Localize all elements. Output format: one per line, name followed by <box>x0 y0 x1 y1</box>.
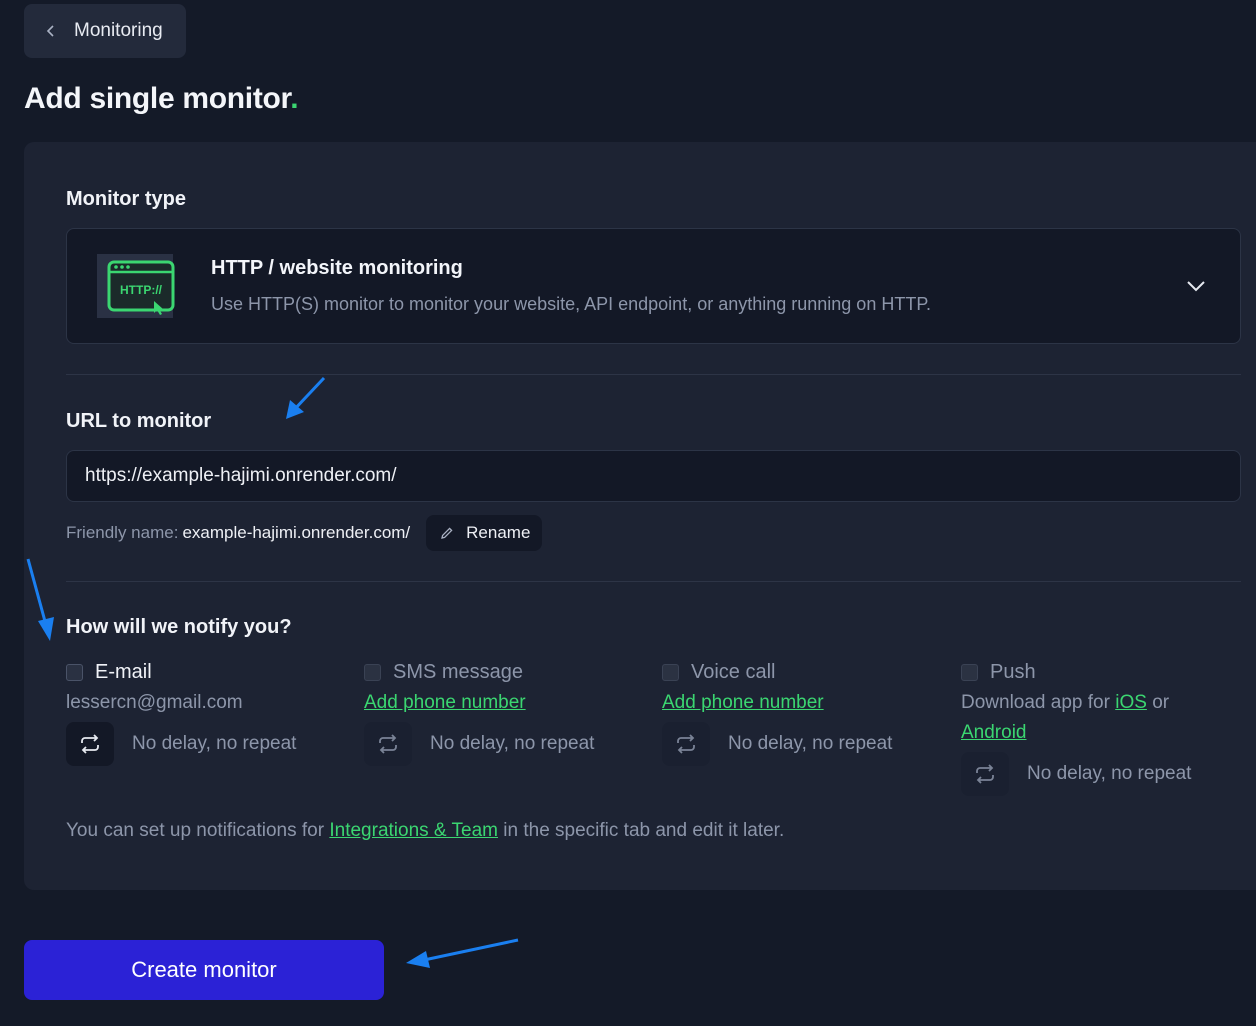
friendly-name-value: example-hajimi.onrender.com/ <box>182 523 411 542</box>
push-download-text: Download app for iOS or Android <box>961 692 1170 743</box>
repeat-icon <box>677 734 695 754</box>
chevron-down-icon <box>1187 281 1205 292</box>
sms-label: SMS message <box>393 660 524 683</box>
notify-label: How will we notify you? <box>66 616 292 638</box>
http-monitor-icon: HTTP:// <box>97 254 175 318</box>
repeat-icon <box>379 734 397 754</box>
chevron-left-icon <box>46 25 54 37</box>
monitor-type-label: Monitor type <box>66 188 186 210</box>
ios-link[interactable]: iOS <box>1115 692 1147 713</box>
create-monitor-button[interactable]: Create monitor <box>24 940 384 1000</box>
email-repeat-text: No delay, no repeat <box>132 733 297 754</box>
notify-sms-column: SMS message Add phone number No delay, n… <box>364 658 654 766</box>
notify-voice-column: Voice call Add phone number No delay, no… <box>662 658 952 766</box>
notifications-footer-note: You can set up notifications for Integra… <box>66 820 785 841</box>
voice-checkbox[interactable] <box>662 663 679 681</box>
monitor-form-card: Monitor type HTTP:// HTTP / website moni… <box>24 142 1256 890</box>
url-label: URL to monitor <box>66 410 212 432</box>
annotation-arrow-icon <box>406 938 519 968</box>
sms-add-phone-link[interactable]: Add phone number <box>364 692 526 713</box>
email-address: lessercn@gmail.com <box>66 692 243 713</box>
add-monitor-page: Monitoring Add single monitor. Monitor t… <box>0 0 1256 1026</box>
friendly-name-label: Friendly name: <box>66 523 179 542</box>
back-to-monitoring-button[interactable]: Monitoring <box>24 4 186 58</box>
rename-button[interactable]: Rename <box>426 515 543 551</box>
notify-push-column: Push Download app for iOS or Android No … <box>961 658 1231 796</box>
repeat-icon <box>81 734 99 754</box>
notify-email-column: E-mail lessercn@gmail.com No delay, no r… <box>66 658 356 766</box>
pencil-icon <box>441 527 453 539</box>
integrations-team-link[interactable]: Integrations & Team <box>329 820 498 841</box>
push-repeat-button[interactable] <box>961 752 1009 796</box>
voice-label: Voice call <box>691 660 776 683</box>
svg-text:HTTP://: HTTP:// <box>120 283 163 297</box>
divider <box>66 581 1241 582</box>
rename-label: Rename <box>466 523 531 542</box>
android-link[interactable]: Android <box>961 722 1027 743</box>
email-checkbox[interactable] <box>66 663 83 681</box>
voice-repeat-button[interactable] <box>662 722 710 766</box>
voice-add-phone-link[interactable]: Add phone number <box>662 692 824 713</box>
monitor-type-select[interactable]: HTTP:// HTTP / website monitoring Use HT… <box>66 228 1241 344</box>
sms-checkbox[interactable] <box>364 663 381 681</box>
monitor-type-description: Use HTTP(S) monitor to monitor your webs… <box>211 294 931 314</box>
url-input[interactable] <box>66 450 1241 502</box>
voice-repeat-text: No delay, no repeat <box>728 733 893 754</box>
divider <box>66 374 1241 375</box>
push-label: Push <box>990 660 1036 683</box>
back-button-label: Monitoring <box>74 20 163 41</box>
push-checkbox[interactable] <box>961 663 978 681</box>
friendly-name-row: Friendly name: example-hajimi.onrender.c… <box>66 515 543 551</box>
push-repeat-text: No delay, no repeat <box>1027 763 1192 784</box>
sms-repeat-button[interactable] <box>364 722 412 766</box>
sms-repeat-text: No delay, no repeat <box>430 733 595 754</box>
monitor-type-title: HTTP / website monitoring <box>211 257 463 279</box>
repeat-icon <box>976 764 994 784</box>
title-accent-dot: . <box>290 82 299 115</box>
page-title: Add single monitor. <box>24 82 299 115</box>
email-repeat-button[interactable] <box>66 722 114 766</box>
email-label: E-mail <box>95 660 152 683</box>
